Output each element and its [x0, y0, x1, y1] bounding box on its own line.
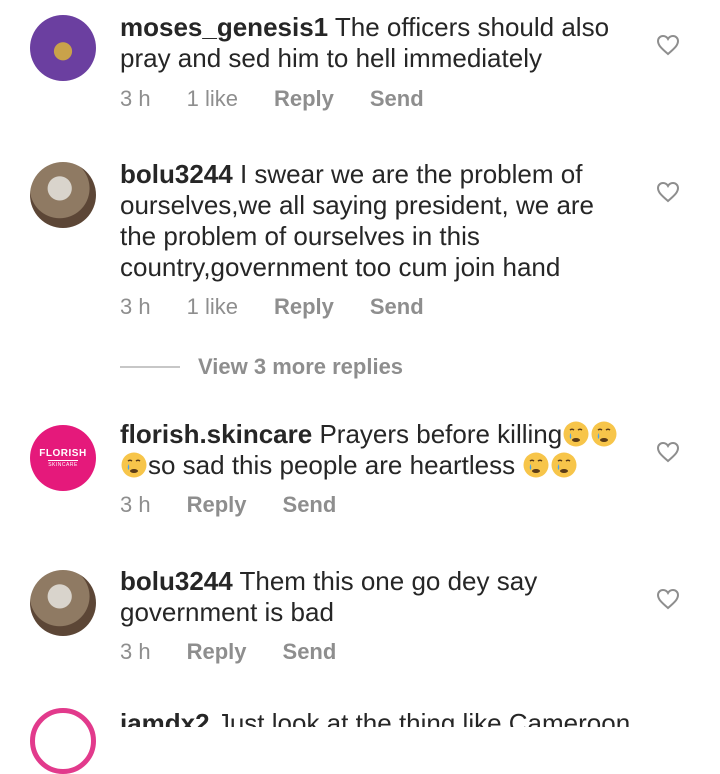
- reply-button[interactable]: Reply: [187, 639, 247, 665]
- comment-text-block: moses_genesis1 The officers should also …: [120, 12, 630, 74]
- view-more-replies-label[interactable]: View 3 more replies: [198, 354, 403, 380]
- comment-likes[interactable]: 1 like: [187, 294, 238, 320]
- comment-username[interactable]: iamdx2: [120, 708, 210, 727]
- comment-username[interactable]: bolu3244: [120, 566, 233, 596]
- avatar[interactable]: [30, 162, 96, 228]
- avatar[interactable]: [30, 570, 96, 636]
- avatar-brand-text: FLORISH: [39, 447, 87, 459]
- avatar[interactable]: FLORISH SKINCARE: [30, 425, 96, 491]
- comment-body: Just look at the thing like Cameroon: [216, 708, 631, 727]
- comment-time: 3 h: [120, 492, 151, 517]
- heart-icon[interactable]: [656, 181, 680, 203]
- comment-username[interactable]: moses_genesis1: [120, 12, 328, 42]
- heart-icon[interactable]: [656, 441, 680, 463]
- comment-username[interactable]: florish.skincare: [120, 419, 312, 449]
- avatar-brand-subtext: SKINCARE: [48, 459, 78, 468]
- comment-meta: 3 h Reply Send: [120, 492, 372, 518]
- view-more-replies[interactable]: View 3 more replies: [120, 354, 403, 380]
- comment-text-block: florish.skincare Prayers before killing …: [120, 419, 630, 481]
- crying-face-emoji-icon: [563, 421, 589, 447]
- comment-text-block: bolu3244 I swear we are the problem of o…: [120, 159, 630, 283]
- send-button[interactable]: Send: [283, 492, 337, 518]
- avatar[interactable]: [30, 708, 96, 774]
- reply-button[interactable]: Reply: [187, 492, 247, 518]
- comment-username[interactable]: bolu3244: [120, 159, 233, 189]
- send-button[interactable]: Send: [370, 294, 424, 320]
- comment-time: 3 h: [120, 639, 151, 664]
- comment-time: 3 h: [120, 294, 151, 319]
- comment-meta: 3 h Reply Send: [120, 639, 372, 665]
- comment-meta: 3 h 1 like Reply Send: [120, 294, 460, 320]
- comment-body-a: Prayers before killing: [319, 419, 563, 449]
- reply-button[interactable]: Reply: [274, 294, 334, 320]
- comment-meta: 3 h 1 like Reply Send: [120, 86, 460, 112]
- send-button[interactable]: Send: [370, 86, 424, 112]
- crying-face-emoji-icon: [523, 452, 549, 478]
- divider-line: [120, 366, 180, 368]
- avatar[interactable]: [30, 15, 96, 81]
- crying-face-emoji-icon: [591, 421, 617, 447]
- reply-button[interactable]: Reply: [274, 86, 334, 112]
- heart-icon[interactable]: [656, 34, 680, 56]
- heart-icon[interactable]: [656, 588, 680, 610]
- comment-time: 3 h: [120, 86, 151, 111]
- crying-face-emoji-icon: [551, 452, 577, 478]
- comment-likes[interactable]: 1 like: [187, 86, 238, 112]
- comment-text-block: bolu3244 Them this one go dey say govern…: [120, 566, 630, 628]
- comment-text-block: iamdx2 Just look at the thing like Camer…: [120, 708, 720, 727]
- comment-body-b: so sad this people are heartless: [148, 450, 516, 480]
- crying-face-emoji-icon: [121, 452, 147, 478]
- send-button[interactable]: Send: [283, 639, 337, 665]
